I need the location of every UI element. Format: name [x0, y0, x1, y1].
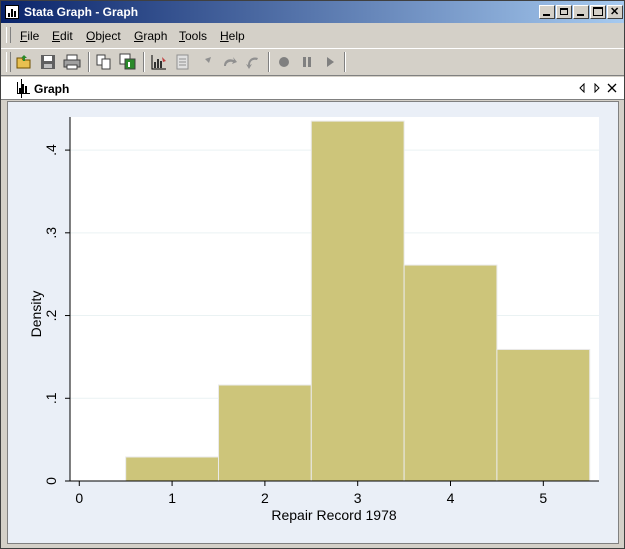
toolbar-separator	[344, 52, 346, 72]
histogram-bar	[403, 264, 498, 482]
x-tick-label: 4	[447, 490, 455, 506]
record-icon[interactable]	[174, 53, 192, 71]
tab-graph[interactable]: Graph	[13, 79, 69, 98]
minimize-button[interactable]	[573, 5, 589, 19]
stata-graph-icon	[5, 5, 19, 19]
title-bar[interactable]: Stata Graph - Graph ✕	[1, 1, 624, 23]
x-tick-label: 0	[75, 490, 83, 506]
menu-help[interactable]: Help	[220, 29, 245, 43]
close-button[interactable]: ✕	[607, 5, 623, 19]
play-icon[interactable]	[321, 53, 339, 71]
minimize-inner-button[interactable]	[539, 5, 555, 19]
maximize-button[interactable]	[590, 5, 606, 19]
open-icon[interactable]	[15, 53, 33, 71]
menu-file[interactable]: File	[20, 29, 39, 43]
histogram-bar	[125, 456, 219, 482]
toolbar-separator	[88, 52, 90, 72]
x-tick-label: 1	[168, 490, 176, 506]
tab-close-icon[interactable]	[607, 83, 617, 93]
print-icon[interactable]	[63, 53, 81, 71]
histogram-bar	[310, 120, 405, 482]
graph-window: Stata Graph - Graph ✕ File Edit Object G…	[0, 0, 625, 549]
x-axis-label: Repair Record 1978	[271, 507, 397, 523]
x-tick-label: 2	[261, 490, 269, 506]
toolbar-separator	[268, 52, 270, 72]
toolbar-grip[interactable]	[6, 52, 11, 72]
copy-icon[interactable]	[95, 53, 113, 71]
y-axis-label: Density	[28, 291, 44, 338]
tab-label: Graph	[34, 82, 70, 96]
pointer-icon[interactable]	[197, 53, 215, 71]
x-tick-label: 5	[539, 490, 547, 506]
y-tick-label: .4	[43, 144, 59, 156]
tab-scroll-left-icon[interactable]	[578, 83, 586, 93]
toolbar-separator	[143, 52, 145, 72]
toolbar	[1, 48, 624, 76]
menu-tools[interactable]: Tools	[179, 29, 207, 43]
save-icon[interactable]	[39, 53, 57, 71]
y-tick-label: .3	[43, 227, 59, 239]
grid-edit-icon[interactable]	[244, 53, 262, 71]
tab-bar: Graph	[1, 77, 624, 100]
rotate-icon[interactable]	[221, 53, 239, 71]
menu-grip[interactable]	[6, 27, 11, 43]
copy-graph-icon[interactable]	[119, 53, 137, 71]
y-tick-label: 0	[43, 477, 59, 485]
histogram-bar	[496, 348, 591, 482]
histogram-bar	[217, 384, 312, 482]
restore-inner-button[interactable]	[556, 5, 572, 19]
window-title: Stata Graph - Graph	[24, 5, 139, 19]
y-tick-label: .1	[43, 392, 59, 404]
play-record-icon[interactable]	[275, 53, 293, 71]
pause-icon[interactable]	[298, 53, 316, 71]
menu-edit[interactable]: Edit	[52, 29, 73, 43]
menu-object[interactable]: Object	[86, 29, 121, 43]
graph-editor-icon[interactable]	[150, 53, 168, 71]
menu-bar: File Edit Object Graph Tools Help	[1, 25, 624, 45]
menu-graph[interactable]: Graph	[134, 29, 167, 43]
histogram-chart: 0 1 2 3 4 5 0 .1 .2 .3 .4 Repair Record 1978 Dens…	[28, 117, 599, 523]
tab-scroll-right-icon[interactable]	[593, 83, 601, 93]
y-tick-label: .2	[43, 309, 59, 321]
graph-area[interactable]: 0 1 2 3 4 5 0 .1 .2 .3 .4 Repair Record 1978 Dens…	[7, 101, 619, 544]
graph-tab-icon	[17, 82, 30, 94]
x-tick-label: 3	[354, 490, 362, 506]
